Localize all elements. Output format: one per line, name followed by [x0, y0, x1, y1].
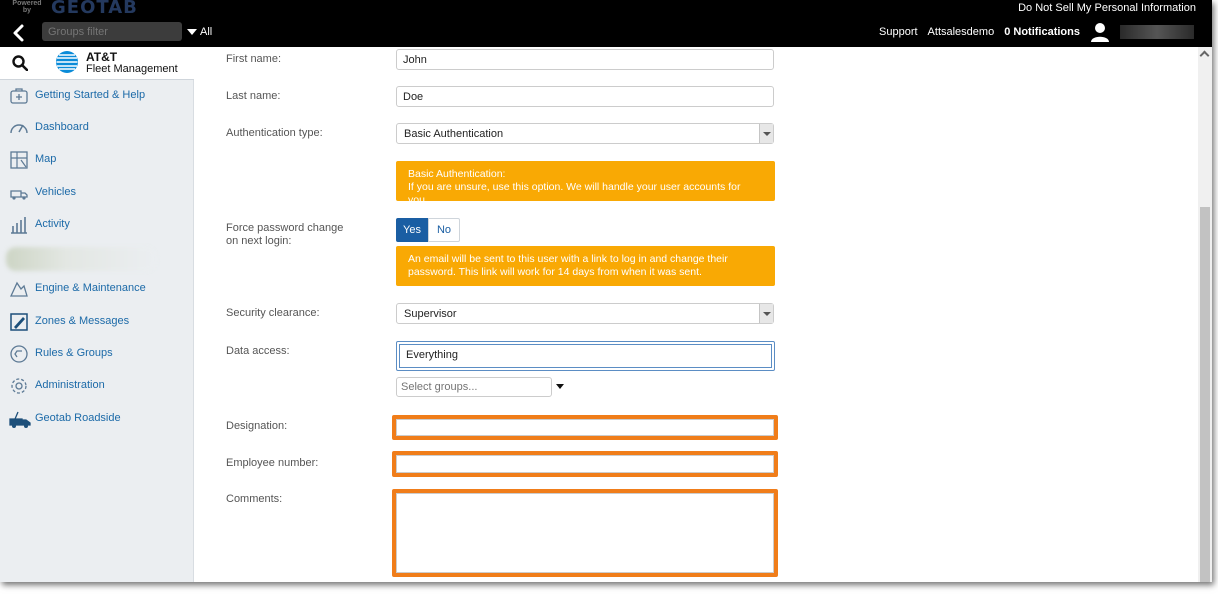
app-window: Powered by GEOTAB Do Not Sell My Persona… — [0, 0, 1212, 582]
nav-label: Rules & Groups — [35, 347, 113, 359]
auth-type-select[interactable]: Basic Authentication — [396, 123, 774, 144]
groups-filter-input[interactable] — [42, 22, 182, 41]
zone-edit-icon — [9, 312, 29, 332]
do-not-sell-link[interactable]: Do Not Sell My Personal Information — [1018, 2, 1196, 14]
comments-label: Comments: — [226, 493, 283, 505]
auth-notice-title: Basic Authentication: — [408, 168, 506, 180]
nav-activity[interactable]: Activity — [0, 212, 194, 238]
first-name-label: First name: — [226, 53, 282, 65]
caret-down-icon — [187, 29, 197, 35]
auth-notice: Basic Authentication: If you are unsure,… — [396, 161, 775, 206]
designation-input[interactable] — [392, 415, 778, 440]
last-name-input[interactable] — [396, 86, 774, 107]
sidebar: AT&T Fleet Management Getting Started & … — [0, 47, 194, 582]
truck-icon — [9, 183, 29, 203]
user-edit-form: First name: Last name: Authentication ty… — [195, 47, 1212, 582]
last-name-label: Last name: — [226, 90, 281, 102]
nav-getting-started[interactable]: Getting Started & Help — [0, 83, 194, 109]
auth-type-label: Authentication type: — [226, 127, 323, 139]
data-access-field[interactable]: Everything — [396, 341, 775, 371]
comments-textarea[interactable] — [392, 489, 778, 577]
auth-notice-text: If you are unsure, use this option. We w… — [408, 181, 741, 206]
nav-label: Administration — [35, 379, 105, 391]
powered-by-geotab-logo: Powered by GEOTAB — [9, 0, 149, 18]
rules-icon — [9, 344, 29, 364]
first-name-input[interactable] — [396, 49, 774, 70]
nav-label: Getting Started & Help — [35, 89, 146, 101]
att-fleet-brand: AT&T Fleet Management — [86, 51, 178, 75]
force-password-notice: An email will be sent to this user with … — [396, 246, 775, 286]
nav-label: Geotab Roadside — [35, 412, 121, 424]
help-kit-icon — [9, 86, 29, 106]
blurred-nav-item[interactable] — [6, 247, 156, 271]
select-groups-input[interactable] — [396, 377, 552, 397]
caret-down-icon[interactable] — [556, 384, 564, 389]
chevron-down-icon — [759, 304, 773, 323]
auth-type-value: Basic Authentication — [404, 128, 504, 140]
all-groups-label: All — [200, 26, 213, 38]
search-icon[interactable] — [12, 55, 29, 72]
force-password-no-button[interactable]: No — [428, 218, 460, 242]
nav-vehicles[interactable]: Vehicles — [0, 180, 194, 206]
nav-rules-groups[interactable]: Rules & Groups — [0, 341, 194, 367]
employee-number-input[interactable] — [392, 451, 778, 477]
support-link[interactable]: Support — [879, 26, 918, 38]
designation-label: Designation: — [226, 420, 288, 432]
nav-engine-maintenance[interactable]: Engine & Maintenance — [0, 276, 194, 302]
nav-geotab-roadside[interactable]: Geotab Roadside — [0, 406, 194, 432]
brand-title: AT&T — [86, 50, 118, 64]
user-name-redacted[interactable] — [1120, 25, 1194, 39]
top-right-menu: Support Attsalesdemo 0 Notifications — [879, 21, 1194, 43]
geotab-logo: GEOTAB — [51, 0, 138, 18]
nav-map[interactable]: Map — [0, 147, 194, 173]
security-clearance-value: Supervisor — [404, 308, 457, 320]
bar-chart-icon — [9, 215, 29, 235]
security-clearance-label: Security clearance: — [226, 307, 320, 319]
nav-administration[interactable]: Administration — [0, 373, 194, 399]
all-groups-dropdown[interactable]: All — [187, 26, 212, 38]
powered-by-text: Powered by — [12, 0, 42, 14]
force-password-yes-button[interactable]: Yes — [396, 218, 428, 242]
top-bar: Powered by GEOTAB Do Not Sell My Persona… — [0, 0, 1212, 47]
scroll-thumb[interactable] — [1200, 207, 1210, 582]
security-clearance-select[interactable]: Supervisor — [396, 303, 774, 324]
data-access-label: Data access: — [226, 345, 290, 357]
nav-label: Dashboard — [35, 121, 89, 133]
nav-label: Engine & Maintenance — [35, 282, 146, 294]
map-icon — [9, 150, 29, 170]
force-password-label: Force password change on next login: — [226, 222, 344, 247]
engine-icon — [9, 279, 29, 299]
vertical-scrollbar[interactable] — [1198, 47, 1212, 582]
employee-number-label: Employee number: — [226, 457, 319, 469]
nav-dashboard[interactable]: Dashboard — [0, 115, 194, 141]
nav-label: Zones & Messages — [35, 315, 130, 327]
nav-label: Map — [35, 153, 57, 165]
notifications-link[interactable]: 0 Notifications — [1004, 26, 1080, 38]
brand-subtitle: Fleet Management — [86, 63, 178, 75]
sidebar-header: AT&T Fleet Management — [0, 47, 194, 80]
nav-label: Vehicles — [35, 186, 76, 198]
user-avatar-icon[interactable] — [1090, 22, 1110, 42]
roadside-truck-icon — [9, 409, 31, 429]
nav-label: Activity — [35, 218, 70, 230]
chevron-down-icon — [759, 124, 773, 143]
account-link[interactable]: Attsalesdemo — [928, 26, 995, 38]
back-arrow-icon[interactable] — [8, 22, 30, 44]
att-globe-logo-icon — [55, 50, 79, 74]
scroll-up-icon[interactable] — [1198, 47, 1212, 61]
gear-icon — [9, 376, 29, 396]
force-password-toggle: Yes No — [396, 218, 460, 242]
data-access-value: Everything — [399, 344, 772, 368]
nav-zones-messages[interactable]: Zones & Messages — [0, 309, 194, 335]
gauge-icon — [9, 118, 29, 138]
